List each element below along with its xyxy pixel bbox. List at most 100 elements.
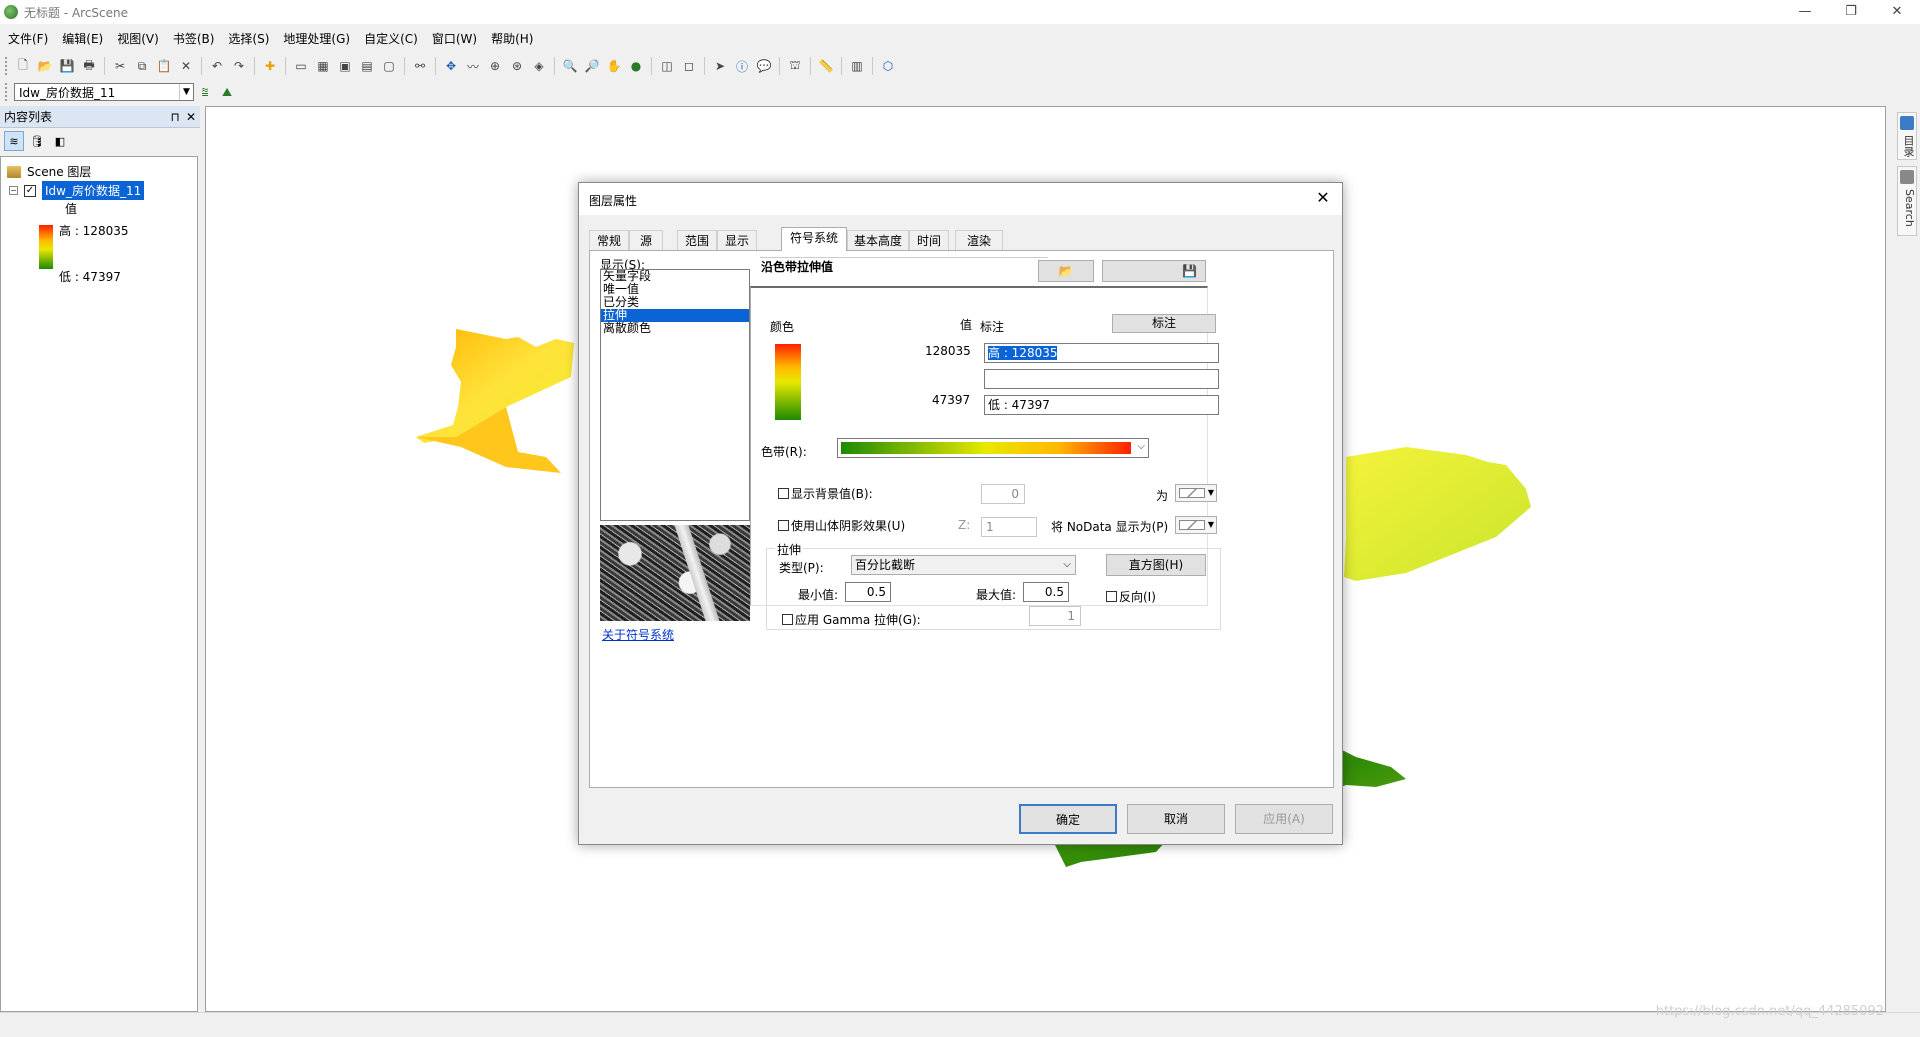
add-data-icon[interactable]: ✚ — [260, 56, 280, 76]
fly-icon[interactable]: 〰 — [463, 56, 483, 76]
dialog-close-button[interactable]: ✕ — [1312, 187, 1334, 209]
close-window-button[interactable]: ✕ — [1874, 0, 1920, 24]
collapse-icon[interactable]: − — [9, 186, 18, 195]
export-scene-icon[interactable]: ▤ — [357, 56, 377, 76]
high-label-field[interactable]: 高 : 128035 — [984, 343, 1219, 363]
toolbar-grip[interactable] — [5, 57, 9, 75]
delete-icon[interactable]: ✕ — [176, 56, 196, 76]
window-icon[interactable]: ▢ — [379, 56, 399, 76]
search-dock-tab[interactable]: Search — [1897, 166, 1917, 236]
select-features-icon[interactable]: ➤ — [710, 56, 730, 76]
nodata-color-dropdown[interactable]: ▼ — [1175, 516, 1217, 534]
close-icon[interactable]: ✕ — [184, 110, 198, 124]
apply-button[interactable]: 应用(A) — [1235, 804, 1333, 834]
catalog-dock-tab[interactable]: 目录 — [1897, 112, 1917, 160]
toolbar-grip[interactable] — [5, 83, 9, 101]
tab-rendering[interactable]: 渲染 — [955, 230, 1003, 251]
cancel-button[interactable]: 取消 — [1127, 804, 1225, 834]
tab-general[interactable]: 常规 — [589, 230, 629, 251]
surface-profile-icon[interactable]: ⛰ — [217, 82, 237, 102]
tab-source[interactable]: 源 — [629, 230, 663, 251]
scene-layers-node[interactable]: Scene 图层 — [7, 163, 91, 180]
restore-button[interactable]: ❐ — [1828, 0, 1874, 24]
layer-node[interactable]: − ✓ Idw_房价数据_11 — [9, 181, 145, 200]
tab-base-heights[interactable]: 基本高度 — [847, 230, 909, 251]
list-by-source-icon[interactable]: 🛢 — [27, 131, 47, 151]
tab-extent[interactable]: 范围 — [677, 230, 717, 251]
renderer-discrete-color[interactable]: 离散颜色 — [601, 322, 749, 335]
gamma-checkbox[interactable]: 应用 Gamma 拉伸(G): — [782, 611, 921, 628]
menu-edit[interactable]: 编辑(E) — [56, 29, 109, 49]
html-popup-icon[interactable]: 💬 — [754, 56, 774, 76]
dialog-titlebar[interactable]: 图层属性 ✕ — [579, 183, 1342, 215]
save-symbology-button[interactable]: 💾 — [1102, 260, 1206, 282]
redo-icon[interactable]: ↷ — [229, 56, 249, 76]
copy-icon[interactable]: ⧉ — [132, 56, 152, 76]
chevron-down-icon[interactable]: ▼ — [179, 84, 193, 100]
color-ramp-dropdown[interactable]: ⌵ — [837, 438, 1149, 458]
hillshade-checkbox[interactable]: 使用山体阴影效果(U) — [778, 517, 905, 534]
show-background-checkbox[interactable]: 显示背景值(B): — [778, 485, 873, 502]
undo-icon[interactable]: ↶ — [207, 56, 227, 76]
max-value-field[interactable]: 0.5 — [1023, 582, 1069, 602]
find-icon[interactable]: ⛫ — [785, 56, 805, 76]
scene-properties-icon[interactable]: ▭ — [291, 56, 311, 76]
mid-label-field[interactable] — [984, 369, 1219, 389]
center-target-icon[interactable]: ⊕ — [485, 56, 505, 76]
histogram-button[interactable]: 直方图(H) — [1106, 554, 1206, 576]
tab-symbology[interactable]: 符号系统 — [781, 227, 847, 251]
ok-button[interactable]: 确定 — [1019, 804, 1117, 834]
menu-geoprocessing[interactable]: 地理处理(G) — [277, 29, 356, 49]
contour-icon[interactable]: ⩰ — [195, 82, 215, 102]
menu-customize[interactable]: 自定义(C) — [358, 29, 424, 49]
menu-selection[interactable]: 选择(S) — [222, 29, 275, 49]
save-icon[interactable]: 💾 — [57, 56, 77, 76]
animation-icon[interactable]: ▣ — [335, 56, 355, 76]
editor-icon[interactable]: ⚯ — [410, 56, 430, 76]
narrow-fov-icon[interactable]: ◫ — [657, 56, 677, 76]
background-color-dropdown[interactable]: ▼ — [1175, 484, 1217, 502]
menu-help[interactable]: 帮助(H) — [485, 29, 539, 49]
expand-fov-icon[interactable]: ◻ — [679, 56, 699, 76]
layer-visibility-checkbox[interactable]: ✓ — [24, 184, 36, 197]
paste-icon[interactable]: 📋 — [154, 56, 174, 76]
open-folder-icon[interactable]: 📂 — [35, 56, 55, 76]
menu-bookmarks[interactable]: 书签(B) — [167, 29, 221, 49]
tab-display[interactable]: 显示 — [717, 230, 757, 251]
menu-view[interactable]: 视图(V) — [111, 29, 165, 49]
pin-icon[interactable]: ⊓ — [168, 110, 182, 124]
low-label-field[interactable]: 低 : 47397 — [984, 395, 1219, 415]
menu-file[interactable]: 文件(F) — [2, 29, 54, 49]
set-observer-icon[interactable]: ◈ — [529, 56, 549, 76]
arctoolbox-icon[interactable]: ⬡ — [878, 56, 898, 76]
zoom-to-target-icon[interactable]: ⊛ — [507, 56, 527, 76]
tab-time[interactable]: 时间 — [909, 230, 949, 251]
layer-name[interactable]: Idw_房价数据_11 — [42, 181, 145, 200]
measure-icon[interactable]: 📏 — [816, 56, 836, 76]
about-symbology-link[interactable]: 关于符号系统 — [602, 626, 674, 643]
label-button[interactable]: 标注 — [1112, 314, 1216, 333]
list-by-drawing-order-icon[interactable]: ≋ — [4, 131, 24, 151]
navigate-icon[interactable]: ✥ — [441, 56, 461, 76]
gamma-value-field[interactable]: 1 — [1029, 606, 1081, 626]
catalog-window-icon[interactable]: ▥ — [847, 56, 867, 76]
layer-dropdown[interactable]: Idw_房价数据_11 ▼ — [14, 83, 194, 101]
menu-windows[interactable]: 窗口(W) — [426, 29, 483, 49]
cut-icon[interactable]: ✂ — [110, 56, 130, 76]
list-by-visibility-icon[interactable]: ◧ — [50, 131, 70, 151]
invert-checkbox[interactable]: 反向(I) — [1106, 588, 1156, 605]
full-extent-icon[interactable]: ● — [626, 56, 646, 76]
minimize-button[interactable]: — — [1782, 0, 1828, 24]
zoom-in-icon[interactable]: 🔍 — [560, 56, 580, 76]
stretch-type-dropdown[interactable]: 百分比截断 ⌵ — [851, 555, 1076, 575]
pan-icon[interactable]: ✋ — [604, 56, 624, 76]
layout-view-icon[interactable]: ▦ — [313, 56, 333, 76]
background-value-field[interactable]: 0 — [981, 484, 1025, 504]
z-factor-field[interactable]: 1 — [981, 517, 1037, 537]
zoom-out-icon[interactable]: 🔎 — [582, 56, 602, 76]
new-document-icon[interactable]: 🗋 — [13, 56, 33, 76]
identify-icon[interactable]: ⓘ — [732, 56, 752, 76]
print-icon[interactable]: 🖶 — [79, 56, 99, 76]
open-symbology-button[interactable]: 📂 — [1038, 260, 1094, 282]
min-value-field[interactable]: 0.5 — [845, 582, 891, 602]
